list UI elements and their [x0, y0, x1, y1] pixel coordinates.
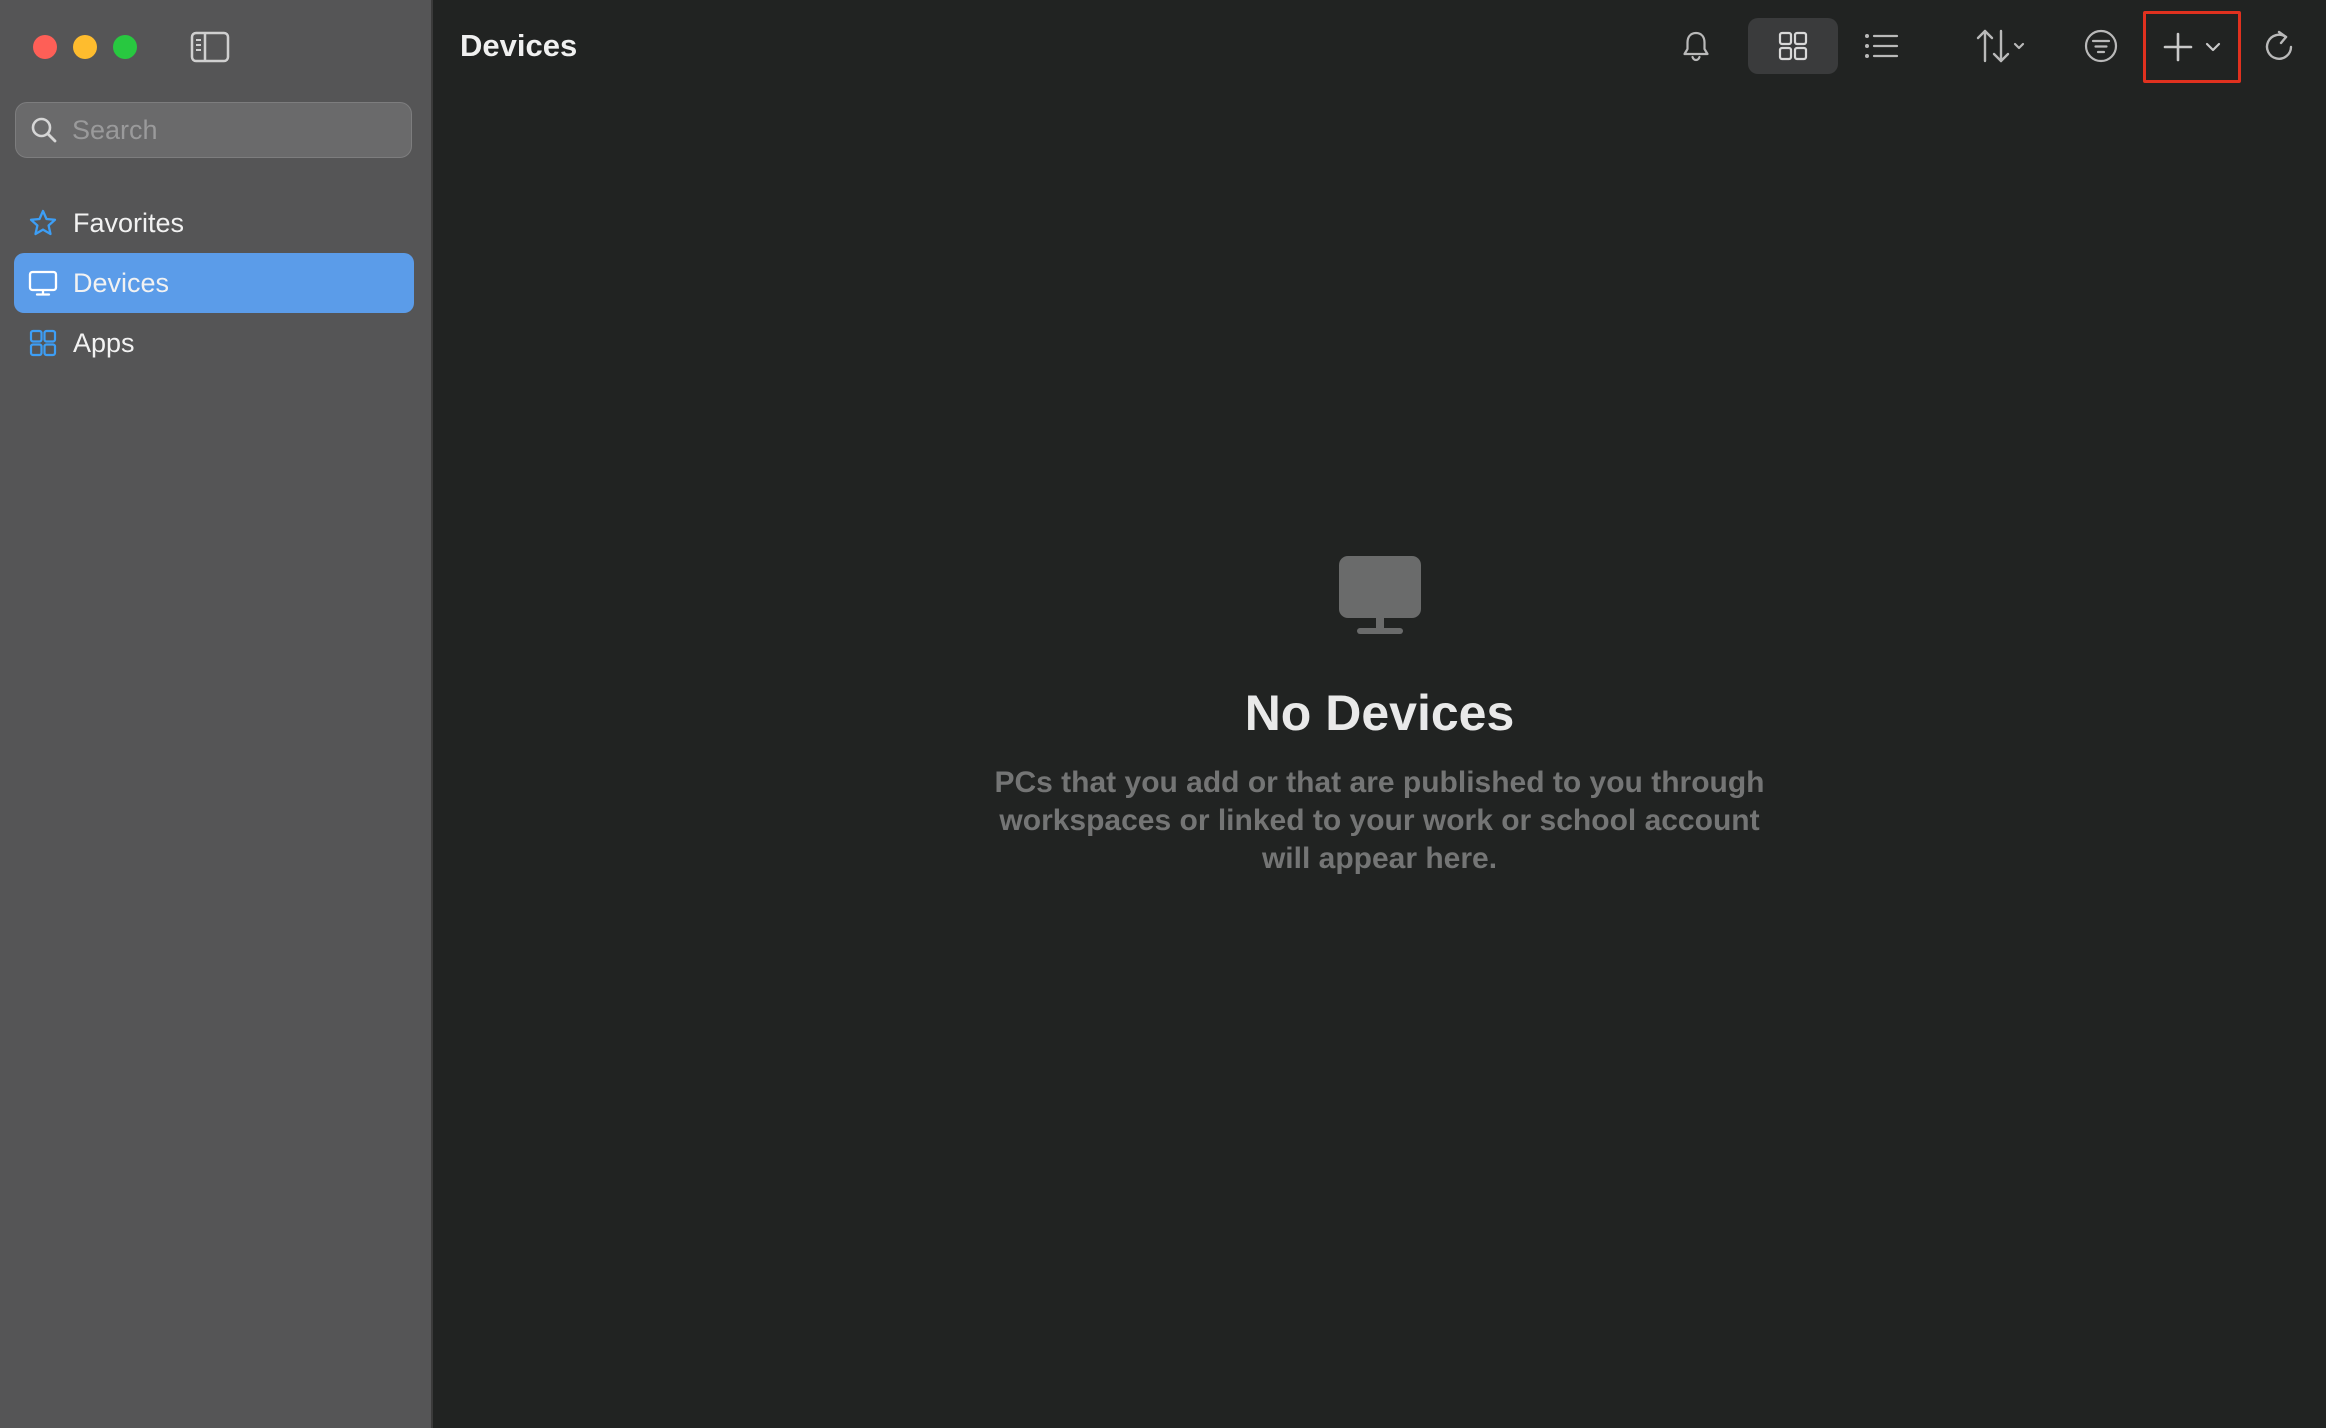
sidebar-toggle-icon	[190, 31, 230, 63]
zoom-window-button[interactable]	[113, 35, 137, 59]
close-window-button[interactable]	[33, 35, 57, 59]
list-icon	[1865, 34, 1899, 58]
bell-icon	[1683, 31, 1709, 62]
empty-state-description: PCs that you add or that are published t…	[994, 766, 1765, 875]
plus-icon	[2163, 32, 2193, 62]
add-button[interactable]	[2143, 11, 2241, 83]
sidebar-item-apps[interactable]: Apps	[14, 313, 414, 373]
apps-grid-icon	[27, 327, 59, 359]
sidebar-item-devices[interactable]: Devices	[14, 253, 414, 313]
monitor-icon	[27, 267, 59, 299]
grid-view-button[interactable]	[1748, 18, 1838, 74]
sidebar-toggle-button[interactable]	[190, 30, 230, 64]
sidebar: Favorites Devices	[0, 0, 433, 1428]
filter-icon	[2084, 29, 2118, 63]
minimize-window-button[interactable]	[73, 35, 97, 59]
notifications-button[interactable]	[1673, 22, 1719, 70]
refresh-icon	[2265, 30, 2293, 60]
window-controls	[33, 35, 137, 59]
grid-icon	[1778, 31, 1808, 61]
list-view-button[interactable]	[1853, 22, 1909, 70]
search-box	[15, 102, 412, 158]
refresh-button[interactable]	[2255, 22, 2303, 70]
chevron-down-icon	[2205, 42, 2221, 52]
app-window: Favorites Devices	[0, 0, 2326, 1428]
sort-arrows-icon	[1976, 29, 2025, 63]
search-input[interactable]	[70, 113, 394, 147]
star-icon	[27, 207, 59, 239]
empty-state: No Devices PCs that you add or that are …	[433, 556, 2326, 878]
sidebar-item-label: Apps	[73, 327, 135, 358]
sidebar-nav: Favorites Devices Apps	[14, 193, 414, 373]
main-content: Devices No Devices PCs that you add or t…	[433, 0, 2326, 1428]
empty-state-title: No Devices	[1244, 685, 1515, 741]
search-icon	[31, 117, 57, 143]
sort-button[interactable]	[1958, 22, 2042, 70]
page-title: Devices	[460, 28, 578, 63]
sidebar-item-favorites[interactable]: Favorites	[14, 193, 414, 253]
sidebar-item-label: Devices	[73, 267, 170, 298]
monitor-icon	[1338, 556, 1421, 634]
filter-button[interactable]	[2077, 22, 2125, 70]
sidebar-item-label: Favorites	[73, 207, 185, 238]
